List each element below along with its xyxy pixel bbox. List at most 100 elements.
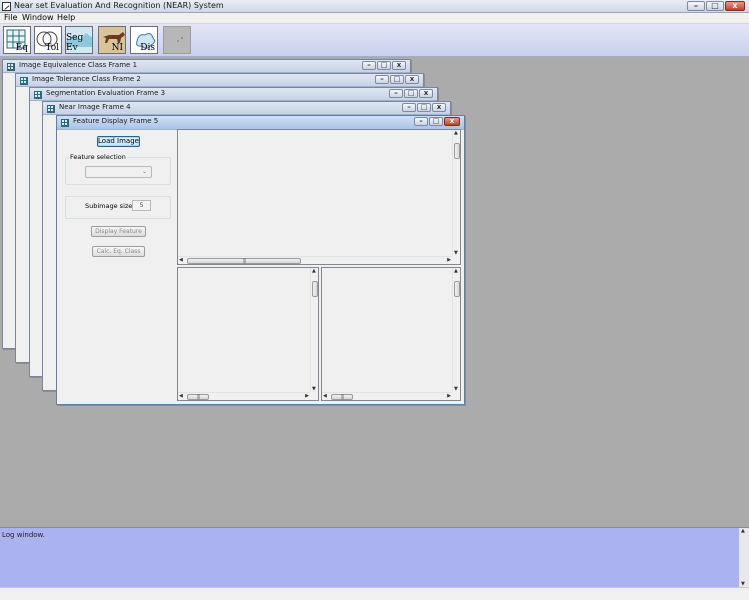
scroll-right-icon[interactable]: ▶ [447,257,451,263]
maximize-button[interactable]: □ [390,75,404,84]
load-image-button[interactable]: Load Image [97,136,140,147]
scroll-right-icon[interactable]: ▶ [447,393,451,399]
scroll-left-icon[interactable]: ◀ [179,257,183,263]
scroll-up-icon[interactable]: ▲ [454,130,458,136]
frame-header: Image Equivalence Class Frame 1 – □ x [3,60,410,73]
maximize-button[interactable]: □ [706,1,724,11]
scroll-up-icon[interactable]: ▲ [454,268,458,274]
maximize-button[interactable]: □ [417,103,431,112]
frame-title: Image Tolerance Class Frame 2 [32,75,141,83]
toolbar-eq-button[interactable]: Eq [3,26,31,54]
scroll-thumb[interactable]: ||| [187,258,301,264]
close-icon: x [423,89,429,97]
frame-header: Segmentation Evaluation Frame 3 – □ x [30,88,437,101]
app-icon [2,2,11,11]
scroll-thumb[interactable]: ||| [187,394,209,400]
close-icon: x [409,75,415,83]
maximize-icon: □ [420,103,428,111]
maximize-button[interactable]: □ [377,61,391,70]
subimage-size-field[interactable]: 5 [132,200,151,211]
scroll-left-icon[interactable]: ◀ [323,393,327,399]
toolbar-disabled-button [163,26,191,54]
maximize-icon: □ [393,75,401,83]
subimage-size-label: Subimage size: [85,202,135,210]
log-vertical-scrollbar[interactable]: ▲ ▼ [739,528,749,587]
horizontal-scrollbar[interactable]: ◀ ||| ▶ [178,256,452,264]
grid-icon [61,119,69,127]
menu-help[interactable]: Help [57,13,75,23]
close-button[interactable]: x [432,103,446,112]
scroll-thumb[interactable] [454,281,460,297]
minimize-button[interactable]: – [687,1,705,11]
maximize-button[interactable]: □ [404,89,418,98]
close-icon: x [396,61,402,69]
log-text: Log window. [2,531,45,539]
scroll-right-icon[interactable]: ▶ [305,393,309,399]
toolbar-ni-button[interactable]: NI [98,26,126,54]
scroll-down-icon[interactable]: ▼ [312,386,316,392]
calc-eq-class-button[interactable]: Calc. Eq. Class [92,246,145,257]
minimize-button[interactable]: – [414,117,428,126]
maximize-icon: □ [380,61,388,69]
log-window[interactable]: Log window. ▲ ▼ [0,527,749,587]
toolbar-seg-ev-button[interactable]: Seg Ev [65,26,93,54]
minimize-button[interactable]: – [375,75,389,84]
scroll-up-icon[interactable]: ▲ [312,268,316,274]
disabled-icon [177,37,183,42]
frame-header: Image Tolerance Class Frame 2 – □ x [16,74,423,87]
grid-icon [47,105,55,113]
frame-feature-display[interactable]: Feature Display Frame 5 – □ x Load Image… [56,115,465,405]
toolbar-ni-label: NI [111,43,123,53]
minimize-icon: – [694,1,698,10]
minimize-icon: – [380,75,384,83]
close-button[interactable]: x [405,75,419,84]
menu-bar: File Window Help [0,13,749,24]
minimize-icon: – [419,117,423,125]
scroll-down-icon[interactable]: ▼ [454,386,458,392]
top-image-pane[interactable]: ▲ ▼ ◀ ||| ▶ [177,129,461,265]
frame-window-controls: – □ x [401,103,446,112]
display-feature-button[interactable]: Display Feature [91,226,146,237]
scroll-down-icon[interactable]: ▼ [454,250,458,256]
frame-header: Near Image Frame 4 – □ x [43,102,450,115]
scroll-thumb[interactable] [454,143,460,159]
maximize-button[interactable]: □ [429,117,443,126]
app-title: Near set Evaluation And Recognition (NEA… [14,1,224,10]
minimize-button[interactable]: – [389,89,403,98]
toolbar-tol-label: Tol [45,43,59,53]
toolbar-dis-button[interactable]: Dis [130,26,158,54]
toolbar-dis-label: Dis [140,43,155,53]
minimize-button[interactable]: – [362,61,376,70]
scroll-left-icon[interactable]: ◀ [179,393,183,399]
status-bar [0,587,749,600]
feature-select[interactable]: ⌄ [85,166,152,178]
scroll-up-icon[interactable]: ▲ [741,528,745,534]
grip-icon: ||| [242,258,246,264]
scroll-thumb[interactable]: ||| [331,394,353,400]
toolbar: Eq Tol Seg Ev NI Dis [0,24,749,57]
app-title-bar: Near set Evaluation And Recognition (NEA… [0,0,749,13]
close-button[interactable]: x [419,89,433,98]
vertical-scrollbar[interactable]: ▲ ▼ [452,130,460,256]
scroll-thumb[interactable] [312,281,318,297]
menu-window[interactable]: Window [22,13,54,23]
maximize-icon: □ [432,117,440,125]
frame-title: Feature Display Frame 5 [73,117,159,125]
minimize-icon: – [394,89,398,97]
minimize-button[interactable]: – [402,103,416,112]
horizontal-scrollbar[interactable]: ◀ ||| ▶ [178,392,310,400]
close-button[interactable]: x [725,1,745,11]
vertical-scrollbar[interactable]: ▲ ▼ [310,268,318,392]
close-button[interactable]: x [392,61,406,70]
menu-file[interactable]: File [4,13,17,23]
bottom-left-pane[interactable]: ▲ ▼ ◀ ||| ▶ [177,267,319,401]
toolbar-tol-button[interactable]: Tol [34,26,62,54]
close-icon: x [449,117,455,125]
vertical-scrollbar[interactable]: ▲ ▼ [452,268,460,392]
toolbar-eq-label: Eq [15,43,28,53]
feature-selection-label: Feature selection [69,153,127,161]
frame-window-controls: – □ x [388,89,433,98]
horizontal-scrollbar[interactable]: ◀ ||| ▶ [322,392,452,400]
bottom-right-pane[interactable]: ▲ ▼ ◀ ||| ▶ [321,267,461,401]
close-button[interactable]: x [444,117,460,126]
